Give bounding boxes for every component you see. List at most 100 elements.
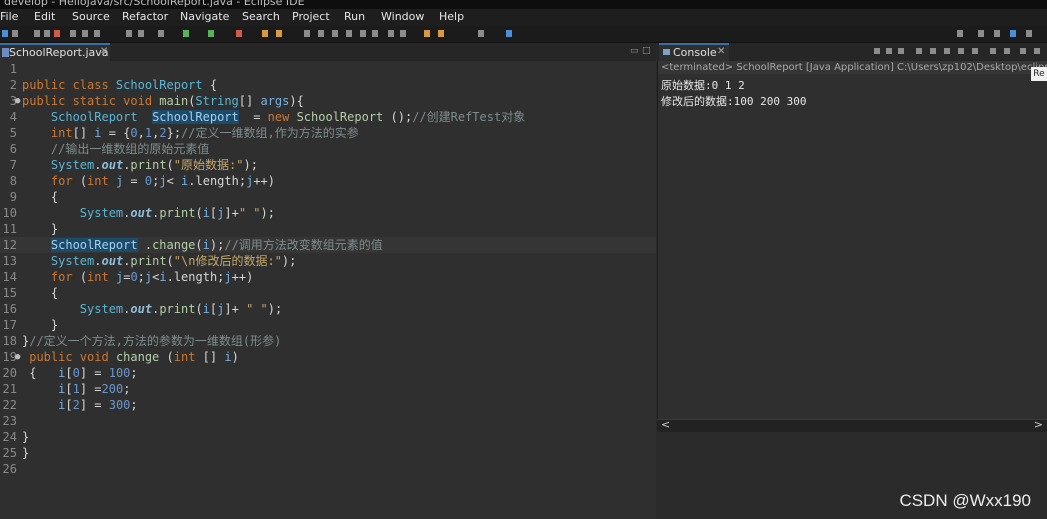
- code-line: 18}//定义一个方法,方法的参数为一维数组(形参): [0, 333, 656, 349]
- scroll-left-icon[interactable]: <: [661, 418, 670, 431]
- clear-console-icon[interactable]: [916, 48, 922, 54]
- toggle-word-wrap-icon[interactable]: [346, 30, 352, 37]
- git-perspective-icon[interactable]: [1026, 30, 1032, 37]
- code-line: 14 for (int j=0;j<i.length;j++): [0, 269, 656, 285]
- suspend-icon[interactable]: [44, 30, 50, 37]
- display-console-icon[interactable]: [972, 48, 978, 54]
- menu-search[interactable]: Search: [242, 10, 280, 23]
- menu-source[interactable]: Source: [72, 10, 110, 23]
- code-line: 19 ● public void change (int [] i): [0, 349, 656, 365]
- debug-icon[interactable]: [183, 30, 189, 37]
- code-line: 4 SchoolReport SchoolReport = new School…: [0, 109, 656, 125]
- code-line-current: 12 SchoolReport .change(i);//调用方法改变数组元素的…: [0, 237, 656, 253]
- line-number: 22: [2, 398, 17, 412]
- new-java-project-icon[interactable]: [262, 30, 268, 37]
- forward-icon[interactable]: [478, 30, 484, 37]
- console-output-line: 原始数据:0 1 2: [661, 79, 745, 92]
- scroll-lock-icon[interactable]: [930, 48, 936, 54]
- menu-file[interactable]: File: [0, 10, 18, 23]
- code-line: 16 System.out.print(i[j]+ " ");: [0, 301, 656, 317]
- close-icon[interactable]: ✕: [100, 46, 108, 57]
- menu-edit[interactable]: Edit: [34, 10, 55, 23]
- minimize-icon[interactable]: [1020, 48, 1026, 54]
- quick-access-icon[interactable]: [957, 30, 963, 37]
- tab-console[interactable]: Console ✕: [659, 43, 729, 61]
- block-selection-icon[interactable]: [372, 30, 378, 37]
- back-icon[interactable]: [438, 30, 444, 37]
- toggle-mark-icon[interactable]: [138, 30, 144, 37]
- terminated-label: <terminated> SchoolReport [Java Applicat…: [658, 61, 1047, 74]
- step-return-icon[interactable]: [94, 30, 100, 37]
- next-annotation-icon[interactable]: [388, 30, 394, 37]
- debug-perspective-icon[interactable]: [994, 30, 1000, 37]
- line-number: 9: [9, 190, 17, 204]
- search-icon[interactable]: [318, 30, 324, 37]
- code-line: 22 i[2] = 300;: [0, 397, 656, 413]
- code-line: 3 ● public static void main(String[] args)…: [0, 93, 656, 109]
- skip-breakpoints-icon[interactable]: [158, 30, 164, 37]
- previous-annotation-icon[interactable]: [400, 30, 406, 37]
- code-line: 5 int[] i = {0,1,2};//定义一维数组,作为方法的实参: [0, 125, 656, 141]
- pin-editor-icon[interactable]: [506, 30, 512, 37]
- line-number: 12: [2, 238, 17, 252]
- line-number: 11: [2, 222, 17, 236]
- console-view[interactable]: <terminated> SchoolReport [Java Applicat…: [657, 61, 1047, 419]
- tab-label: SchoolReport.java: [9, 46, 109, 59]
- word-wrap-icon[interactable]: [944, 48, 950, 54]
- open-console-icon[interactable]: [990, 48, 996, 54]
- open-type-icon[interactable]: [304, 30, 310, 37]
- remove-all-icon[interactable]: [898, 48, 904, 54]
- code-editor[interactable]: 1 2 public class SchoolReport { 3 ● public …: [0, 61, 656, 519]
- console-horizontal-scrollbar[interactable]: < >: [657, 418, 1047, 432]
- main-toolbar: [0, 26, 1047, 43]
- pin-console-icon[interactable]: [958, 48, 964, 54]
- code-line: 17 }: [0, 317, 656, 333]
- line-number: 15: [2, 286, 17, 300]
- open-task-icon[interactable]: [126, 30, 132, 37]
- editor-tab-bar: SchoolReport.java ✕: [0, 43, 656, 62]
- save-all-icon[interactable]: [12, 30, 18, 37]
- menu-window[interactable]: Window: [381, 10, 424, 23]
- menu-bar: File Edit Source Refactor Navigate Searc…: [0, 9, 1047, 26]
- code-line: 10 System.out.print(i[j]+" ");: [0, 205, 656, 221]
- last-edit-icon[interactable]: [424, 30, 430, 37]
- console-tab-bar: Console ✕: [657, 43, 1047, 62]
- fold-icon[interactable]: ●: [15, 93, 20, 109]
- open-console-icon[interactable]: [332, 30, 338, 37]
- terminate-icon[interactable]: [54, 30, 60, 37]
- menu-navigate[interactable]: Navigate: [180, 10, 229, 23]
- step-over-icon[interactable]: [82, 30, 88, 37]
- line-number: 13: [2, 254, 17, 268]
- maximize-icon[interactable]: □: [642, 46, 651, 56]
- line-number: 7: [9, 158, 17, 172]
- terminate-icon[interactable]: [874, 48, 880, 54]
- menu-refactor[interactable]: Refactor: [122, 10, 168, 23]
- menu-run[interactable]: Run: [344, 10, 365, 23]
- code-line: 26: [0, 461, 656, 477]
- line-number: 25: [2, 446, 17, 460]
- tab-schoolreport-java[interactable]: SchoolReport.java ✕: [0, 43, 110, 61]
- menu-help[interactable]: Help: [439, 10, 464, 23]
- new-console-icon[interactable]: [1004, 48, 1010, 54]
- save-icon[interactable]: [2, 30, 8, 37]
- minimize-icon[interactable]: ▭: [630, 46, 639, 56]
- line-number: 20: [2, 366, 17, 380]
- line-number: 16: [2, 302, 17, 316]
- show-whitespace-icon[interactable]: [360, 30, 366, 37]
- line-number: 18: [2, 334, 17, 348]
- step-into-icon[interactable]: [70, 30, 76, 37]
- java-perspective-icon[interactable]: [1010, 30, 1016, 37]
- new-package-icon[interactable]: [276, 30, 282, 37]
- fold-icon[interactable]: ●: [15, 349, 20, 365]
- open-perspective-icon[interactable]: [978, 30, 984, 37]
- run-icon[interactable]: [208, 30, 214, 37]
- console-output-line: 修改后的数据:100 200 300: [661, 95, 807, 108]
- external-tools-icon[interactable]: [236, 30, 242, 37]
- scroll-right-icon[interactable]: >: [1034, 418, 1043, 431]
- remove-launch-icon[interactable]: [886, 48, 892, 54]
- maximize-icon[interactable]: [1034, 48, 1040, 54]
- resume-icon[interactable]: [34, 30, 40, 37]
- code-line: 20 { i[0] = 100;: [0, 365, 656, 381]
- close-icon[interactable]: ✕: [717, 46, 725, 57]
- menu-project[interactable]: Project: [292, 10, 330, 23]
